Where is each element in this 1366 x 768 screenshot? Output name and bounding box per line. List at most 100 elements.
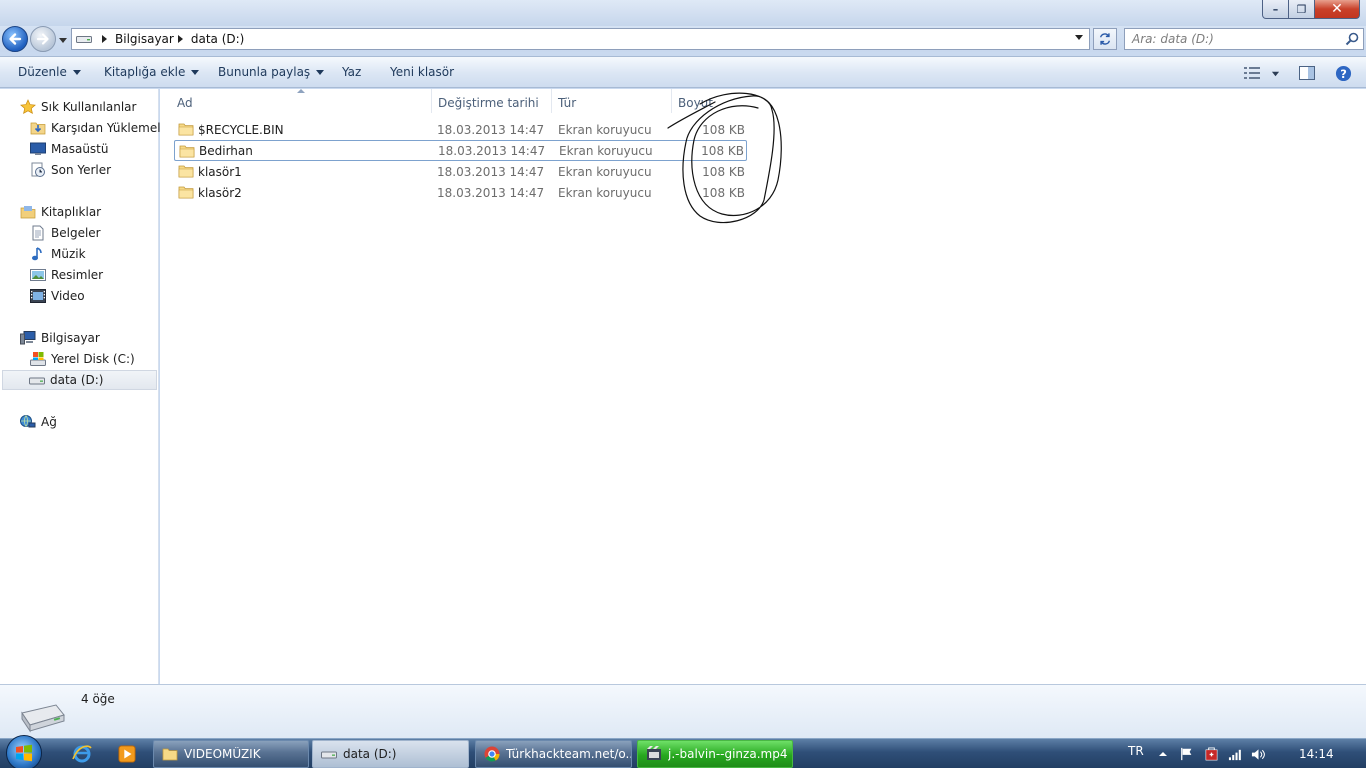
- back-button[interactable]: [2, 26, 28, 52]
- sidebar-item-downloads[interactable]: Karşıdan Yüklemeler: [30, 118, 173, 138]
- recent-pages-dropdown-icon[interactable]: [58, 35, 68, 45]
- clock[interactable]: 14:14: [1299, 739, 1334, 768]
- column-divider[interactable]: [431, 89, 432, 113]
- chevron-down-icon: [1271, 71, 1279, 76]
- file-type: Ekran koruyucu: [558, 164, 652, 179]
- taskbar-button-data-d[interactable]: data (D:): [312, 740, 469, 768]
- file-row[interactable]: Bedirhan 18.03.2013 14:47 Ekran koruyucu…: [174, 140, 747, 161]
- sidebar-item-recent-places[interactable]: Son Yerler: [30, 160, 111, 180]
- shield-icon: [1205, 746, 1218, 760]
- help-icon: ?: [1335, 65, 1351, 81]
- drive-icon: [76, 36, 92, 43]
- taskbar: VIDEOMÜZIK data (D:) Türkhackteam.net/o.…: [0, 735, 1366, 768]
- folder-icon: [178, 123, 194, 136]
- refresh-button[interactable]: [1093, 28, 1117, 50]
- sidebar-libraries[interactable]: Kitaplıklar: [20, 202, 101, 222]
- language-indicator[interactable]: TR: [1128, 739, 1144, 768]
- taskbar-button-label: Türkhackteam.net/o...: [506, 747, 631, 761]
- sidebar-item-videos[interactable]: Video: [30, 286, 85, 306]
- sidebar-item-documents[interactable]: Belgeler: [30, 223, 101, 243]
- media-player-icon: [118, 745, 136, 763]
- column-header-size[interactable]: Boyut: [678, 93, 713, 113]
- chevron-down-icon: [316, 69, 325, 75]
- file-date: 18.03.2013 14:47: [437, 122, 545, 137]
- column-divider[interactable]: [551, 89, 552, 113]
- volume-control[interactable]: [1251, 739, 1266, 768]
- breadcrumb-separator-icon[interactable]: [177, 35, 183, 43]
- minimize-button[interactable]: –: [1262, 0, 1289, 19]
- sort-ascending-icon: [297, 89, 305, 93]
- column-header-date[interactable]: Değiştirme tarihi: [438, 93, 539, 113]
- preview-pane-button[interactable]: [1296, 63, 1318, 83]
- add-to-library-label: Kitaplığa ekle: [104, 65, 186, 79]
- sidebar-item-data-d[interactable]: data (D:): [2, 370, 157, 390]
- breadcrumb-computer[interactable]: Bilgisayar: [115, 32, 174, 46]
- organize-menu[interactable]: Düzenle: [18, 65, 81, 79]
- file-name: klasör1: [198, 164, 242, 179]
- file-row[interactable]: klasör2 18.03.2013 14:47 Ekran koruyucu …: [174, 182, 747, 203]
- refresh-icon: [1099, 33, 1111, 45]
- internet-explorer-pin[interactable]: [70, 742, 94, 766]
- media-player-pin[interactable]: [115, 742, 139, 766]
- burn-button[interactable]: Yaz: [342, 65, 361, 79]
- search-box[interactable]: Ara: data (D:): [1124, 28, 1364, 50]
- arrow-right-icon: [36, 33, 49, 45]
- close-button[interactable]: ✕: [1315, 0, 1360, 19]
- sidebar-item-pictures[interactable]: Resimler: [30, 265, 103, 285]
- sidebar-network[interactable]: Ağ: [20, 412, 57, 432]
- sidebar-item-label: Yerel Disk (C:): [51, 352, 135, 366]
- pictures-icon: [30, 269, 46, 281]
- column-divider[interactable]: [671, 89, 672, 113]
- taskbar-button-chrome[interactable]: Türkhackteam.net/o...: [475, 740, 632, 768]
- help-button[interactable]: ?: [1332, 63, 1354, 83]
- system-drive-icon: [30, 352, 46, 366]
- file-row[interactable]: klasör1 18.03.2013 14:47 Ekran koruyucu …: [174, 161, 747, 182]
- sidebar-favorites[interactable]: Sık Kullanılanlar: [20, 97, 136, 117]
- file-size: 108 KB: [702, 122, 745, 137]
- start-button[interactable]: [6, 735, 42, 768]
- action-center-icon[interactable]: [1180, 739, 1194, 768]
- file-date: 18.03.2013 14:47: [437, 185, 545, 200]
- sidebar-item-local-disk-c[interactable]: Yerel Disk (C:): [30, 349, 135, 369]
- search-placeholder: Ara: data (D:): [1132, 32, 1214, 46]
- folder-icon: [178, 186, 194, 199]
- security-tray-icon[interactable]: [1204, 739, 1219, 768]
- view-options-button[interactable]: [1241, 63, 1263, 83]
- column-header-type[interactable]: Tür: [558, 93, 576, 113]
- sidebar-item-label: Son Yerler: [51, 163, 112, 177]
- drive-icon: [21, 704, 65, 733]
- file-date: 18.03.2013 14:47: [438, 143, 546, 158]
- file-row[interactable]: $RECYCLE.BIN 18.03.2013 14:47 Ekran koru…: [174, 119, 747, 140]
- address-history-dropdown-icon[interactable]: [1075, 35, 1083, 40]
- computer-icon: [20, 331, 36, 345]
- add-to-library-menu[interactable]: Kitaplığa ekle: [104, 65, 200, 79]
- sidebar-item-label: Müzik: [51, 247, 86, 261]
- sidebar-computer[interactable]: Bilgisayar: [20, 328, 100, 348]
- share-with-label: Bununla paylaş: [218, 65, 311, 79]
- breadcrumb-drive[interactable]: data (D:): [191, 32, 245, 46]
- share-with-menu[interactable]: Bununla paylaş: [218, 65, 325, 79]
- view-dropdown-button[interactable]: [1264, 63, 1286, 83]
- new-folder-button[interactable]: Yeni klasör: [390, 65, 454, 79]
- breadcrumb-separator-icon[interactable]: [102, 35, 107, 43]
- documents-icon: [32, 225, 44, 241]
- forward-button[interactable]: [30, 26, 56, 52]
- address-bar[interactable]: Bilgisayar data (D:): [71, 28, 1090, 50]
- sidebar-network-label: Ağ: [41, 415, 57, 429]
- item-count: 4 öğe: [81, 692, 115, 706]
- taskbar-button-videomuzik[interactable]: VIDEOMÜZIK: [153, 740, 309, 768]
- maximize-button[interactable]: ❐: [1289, 0, 1315, 19]
- taskbar-button-video-file[interactable]: j.-balvin--ginza.mp4: [637, 740, 793, 768]
- sidebar-item-desktop[interactable]: Masaüstü: [30, 139, 108, 159]
- file-name: Bedirhan: [199, 143, 253, 158]
- column-header-name[interactable]: Ad: [177, 93, 193, 113]
- drive-icon: [29, 377, 45, 385]
- show-hidden-icons-button[interactable]: [1158, 739, 1168, 768]
- sidebar-item-music[interactable]: Müzik: [30, 244, 86, 264]
- video-icon: [30, 289, 46, 303]
- search-icon[interactable]: [1345, 32, 1359, 46]
- folder-icon: [179, 145, 195, 158]
- network-status-icon[interactable]: [1228, 739, 1243, 768]
- svg-text:?: ?: [1340, 66, 1347, 80]
- title-bar: – ❐ ✕: [0, 0, 1366, 26]
